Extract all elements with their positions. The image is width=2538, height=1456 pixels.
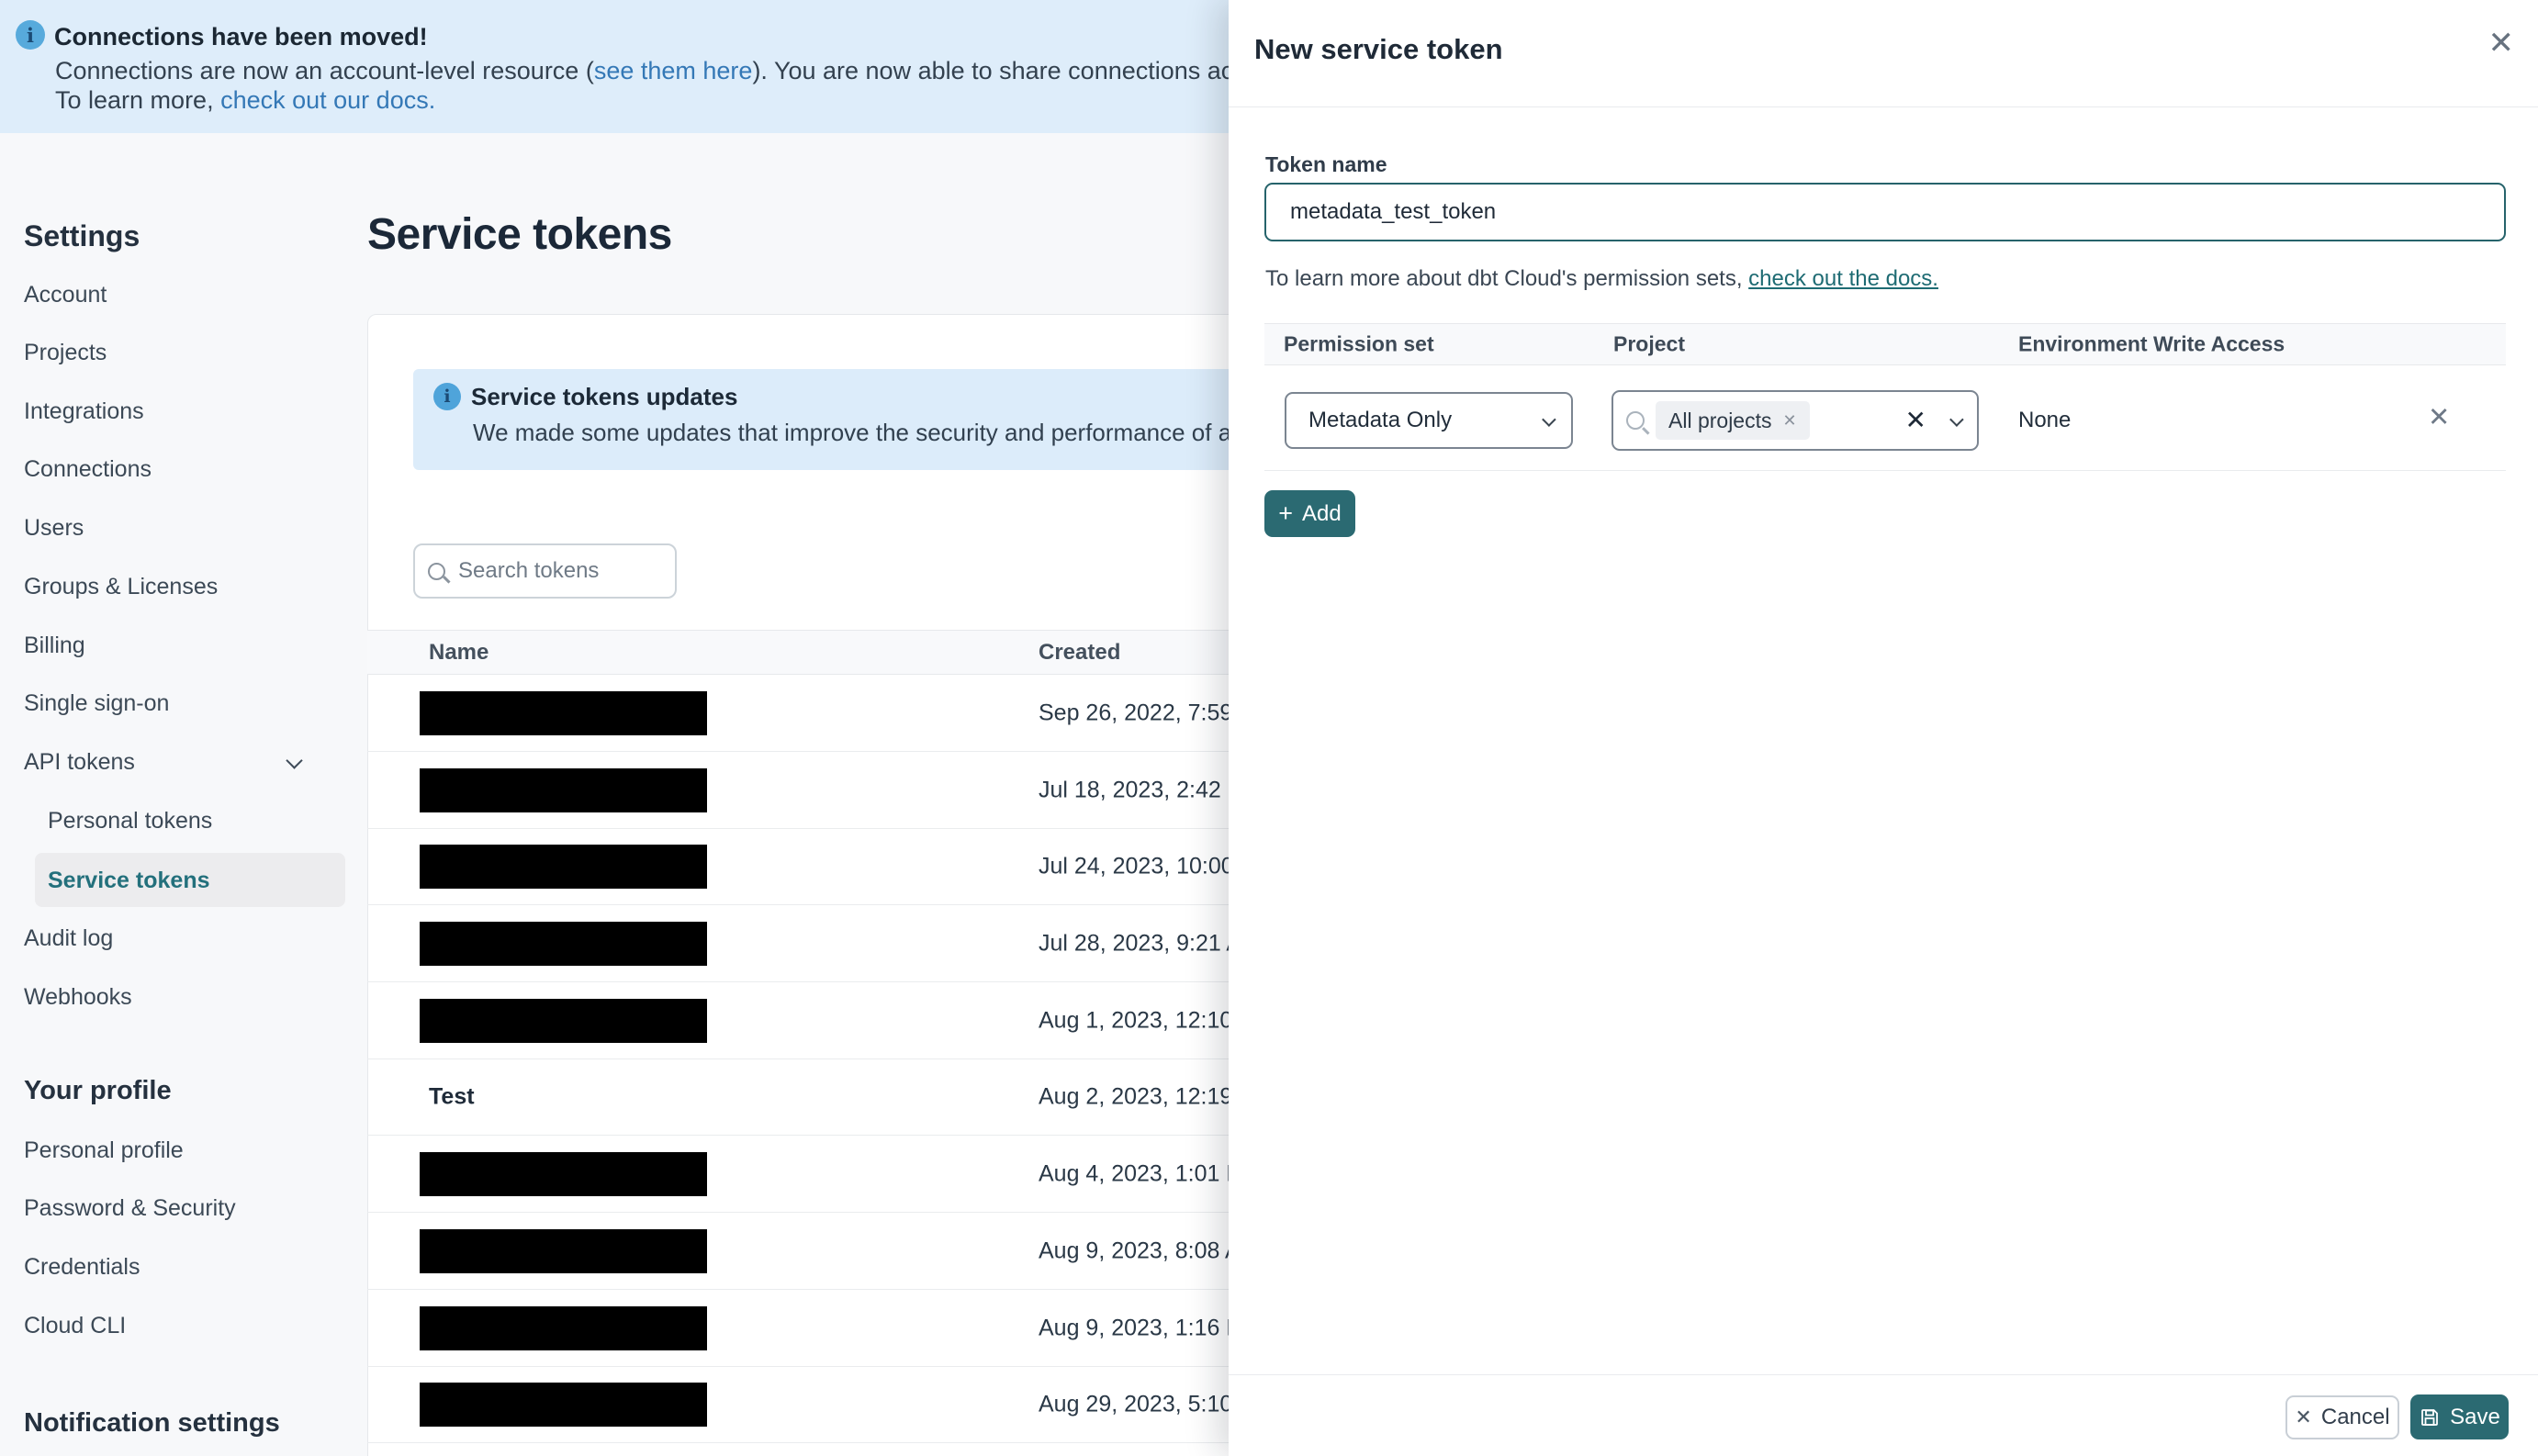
sidebar-settings-heading: Settings	[24, 219, 140, 252]
add-button-label: Add	[1302, 500, 1342, 526]
environment-write-access-value: None	[2018, 408, 2072, 432]
sidebar-item-cloud-cli[interactable]: Cloud CLI	[24, 1310, 126, 1341]
redacted-token-name	[420, 690, 707, 735]
dbt-cloud-settings-page: i Connections have been moved! Connectio…	[0, 0, 2538, 1456]
save-button[interactable]: Save	[2410, 1394, 2509, 1439]
redacted-token-name	[420, 844, 707, 889]
plus-icon: +	[1278, 499, 1294, 527]
sidebar-item-account[interactable]: Account	[24, 279, 107, 310]
column-header-project: Project	[1613, 331, 1685, 356]
sidebar-item-service-tokens[interactable]: Service tokens	[48, 865, 210, 896]
notice-title: Service tokens updates	[471, 383, 738, 410]
info-icon: i	[433, 383, 461, 410]
add-permission-button[interactable]: + Add	[1264, 490, 1355, 537]
check-out-the-docs-link[interactable]: check out the docs.	[1748, 266, 1938, 291]
info-icon: i	[16, 20, 45, 50]
permission-set-select[interactable]: Metadata Only	[1285, 392, 1573, 449]
cancel-x-icon: ✕	[2295, 1406, 2312, 1429]
sidebar-item-api-tokens[interactable]: API tokens	[24, 746, 135, 778]
sidebar-item-connections[interactable]: Connections	[24, 454, 152, 485]
permission-set-value: Metadata Only	[1308, 408, 1453, 432]
redacted-token-name	[420, 1382, 707, 1427]
column-header-permission-set: Permission set	[1284, 331, 1434, 356]
project-chip: All projects ✕	[1656, 401, 1810, 440]
drawer-header-divider	[1229, 106, 2538, 107]
footer-divider	[1229, 1374, 2538, 1375]
banner-text: Connections are now an account-level res…	[55, 57, 594, 84]
redacted-token-name	[420, 921, 707, 966]
sidebar-item-integrations[interactable]: Integrations	[24, 396, 144, 427]
search-tokens-box	[413, 543, 677, 599]
redacted-token-name	[420, 767, 707, 812]
row-divider	[1264, 470, 2506, 471]
sidebar-item-audit-log[interactable]: Audit log	[24, 923, 113, 954]
permission-docs-line: To learn more about dbt Cloud's permissi…	[1265, 266, 1938, 292]
new-service-token-drawer: New service token ✕ Token name To learn …	[1229, 0, 2538, 1456]
redacted-token-name	[420, 1228, 707, 1273]
cancel-button-label: Cancel	[2320, 1405, 2390, 1429]
sidebar-item-users[interactable]: Users	[24, 512, 84, 543]
banner-title: Connections have been moved!	[54, 23, 428, 50]
search-tokens-input[interactable]	[458, 558, 642, 584]
sidebar-item-personal-profile[interactable]: Personal profile	[24, 1135, 184, 1166]
check-out-our-docs-link[interactable]: check out our docs.	[220, 86, 435, 114]
sidebar-item-groups-licenses[interactable]: Groups & Licenses	[24, 571, 218, 602]
chevron-down-icon[interactable]	[286, 752, 303, 769]
sidebar-item-personal-tokens[interactable]: Personal tokens	[48, 805, 212, 836]
remove-row-icon[interactable]: ✕	[2428, 404, 2450, 431]
sidebar-item-webhooks[interactable]: Webhooks	[24, 981, 132, 1013]
save-button-label: Save	[2450, 1404, 2500, 1429]
token-name: Test	[429, 1083, 475, 1109]
redacted-token-name	[420, 1305, 707, 1350]
chevron-down-icon	[1949, 411, 1964, 427]
column-header-environment-write-access: Environment Write Access	[2018, 331, 2285, 356]
column-header-created: Created	[1039, 639, 1121, 665]
page-title: Service tokens	[367, 210, 672, 259]
permissions-table-header: Permission set Project Environment Write…	[1264, 323, 2506, 365]
drawer-title: New service token	[1254, 33, 1503, 65]
remove-chip-icon[interactable]: ✕	[1782, 411, 1796, 431]
search-icon	[1626, 411, 1645, 430]
banner-text: To learn more,	[55, 86, 221, 114]
redacted-token-name	[420, 998, 707, 1043]
sidebar-notification-settings-heading: Notification settings	[24, 1408, 280, 1438]
cancel-button[interactable]: ✕ Cancel	[2285, 1395, 2399, 1439]
docs-text: To learn more about dbt Cloud's permissi…	[1265, 266, 1749, 291]
token-name-label: Token name	[1265, 152, 1387, 176]
sidebar-item-single-sign-on[interactable]: Single sign-on	[24, 688, 169, 719]
chevron-down-icon	[1542, 411, 1556, 427]
banner-line-3: To learn more, check out our docs.	[55, 86, 435, 115]
project-chip-label: All projects	[1668, 408, 1772, 432]
search-icon	[428, 562, 445, 580]
column-header-name: Name	[429, 639, 489, 665]
project-multiselect[interactable]: All projects ✕ ✕	[1612, 390, 1979, 451]
save-icon	[2421, 1408, 2439, 1426]
token-name-input[interactable]	[1264, 183, 2506, 241]
sidebar-your-profile-heading: Your profile	[24, 1076, 172, 1105]
sidebar-item-credentials[interactable]: Credentials	[24, 1251, 140, 1282]
sidebar-item-password-security[interactable]: Password & Security	[24, 1193, 236, 1224]
sidebar-item-billing[interactable]: Billing	[24, 630, 85, 661]
close-icon[interactable]: ✕	[2488, 28, 2515, 59]
redacted-token-name	[420, 1151, 707, 1196]
clear-selection-icon[interactable]: ✕	[1905, 408, 1926, 433]
see-them-here-link[interactable]: see them here	[594, 57, 753, 84]
sidebar-item-projects[interactable]: Projects	[24, 337, 107, 368]
